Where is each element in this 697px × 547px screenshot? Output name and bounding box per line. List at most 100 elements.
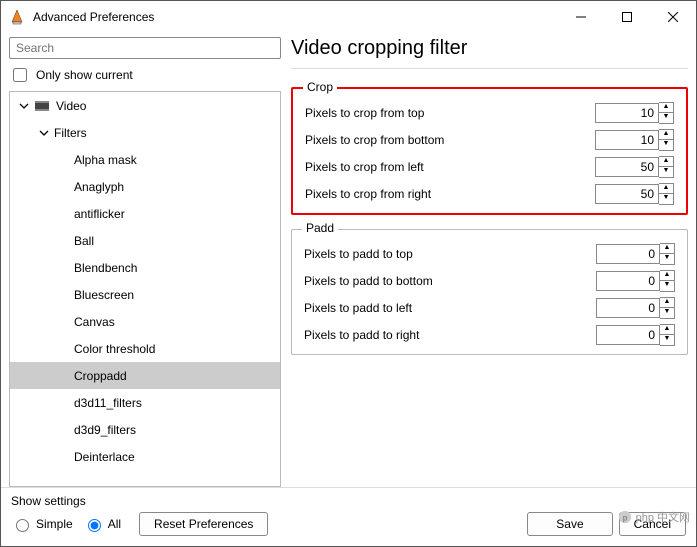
spin-down-icon[interactable]: ▼	[660, 254, 674, 264]
spin-up-icon[interactable]: ▲	[660, 298, 674, 308]
tree-label: Color threshold	[74, 342, 155, 356]
tree-item[interactable]: Anaglyph	[10, 173, 280, 200]
tree-item[interactable]: Color threshold	[10, 335, 280, 362]
crop-row: Pixels to crop from left ▲▼	[305, 153, 674, 180]
window: Advanced Preferences Only show current V…	[0, 0, 697, 547]
padd-row: Pixels to padd to top ▲▼	[304, 240, 675, 267]
spin-up-icon[interactable]: ▲	[659, 130, 673, 140]
spin-up-icon[interactable]: ▲	[659, 103, 673, 113]
spin-up-icon[interactable]: ▲	[660, 244, 674, 254]
field-label: Pixels to crop from left	[305, 160, 424, 174]
spin-up-icon[interactable]: ▲	[660, 325, 674, 335]
page-title: Video cropping filter	[291, 37, 688, 69]
tree-item[interactable]: d3d9_filters	[10, 416, 280, 443]
tree-item[interactable]: Bluescreen	[10, 281, 280, 308]
spin-down-icon[interactable]: ▼	[659, 194, 673, 204]
spin-down-icon[interactable]: ▼	[660, 308, 674, 318]
spin-down-icon[interactable]: ▼	[660, 281, 674, 291]
window-title: Advanced Preferences	[33, 10, 558, 24]
padd-input[interactable]	[596, 298, 660, 318]
field-label: Pixels to padd to top	[304, 247, 413, 261]
spin-buttons[interactable]: ▲▼	[659, 156, 674, 178]
spin-up-icon[interactable]: ▲	[660, 271, 674, 281]
only-show-label: Only show current	[36, 68, 133, 82]
tree-label: Alpha mask	[74, 153, 137, 167]
tree-item[interactable]: Alpha mask	[10, 146, 280, 173]
crop-row: Pixels to crop from top▲▼	[305, 99, 674, 126]
field-label: Pixels to padd to left	[304, 301, 412, 315]
tree-label: Deinterlace	[74, 450, 135, 464]
tree-label: Canvas	[74, 315, 115, 329]
crop-input[interactable]	[595, 130, 659, 150]
spin-buttons[interactable]: ▲▼	[660, 243, 675, 265]
close-button[interactable]	[650, 1, 696, 33]
tree-item[interactable]: d3d11_filters	[10, 389, 280, 416]
crop-input[interactable]	[595, 103, 659, 123]
left-pane: Only show current Video Filters Alpha ma…	[9, 37, 281, 487]
tree-label: Anaglyph	[74, 180, 124, 194]
crop-input[interactable]	[595, 184, 659, 204]
save-button[interactable]: Save	[527, 512, 612, 536]
spin-down-icon[interactable]: ▼	[659, 167, 673, 177]
field-label: Pixels to padd to right	[304, 328, 419, 342]
group-legend: Padd	[302, 221, 338, 235]
tree-item[interactable]: Blendbench	[10, 254, 280, 281]
video-icon	[34, 98, 50, 114]
footer: Show settings Simple All Reset Preferenc…	[1, 487, 696, 546]
padd-group: Padd Pixels to padd to top▲▼Pixels to pa…	[291, 229, 688, 355]
spin-buttons[interactable]: ▲▼	[660, 270, 675, 292]
minimize-button[interactable]	[558, 1, 604, 33]
body: Only show current Video Filters Alpha ma…	[1, 33, 696, 487]
crop-group: Crop Pixels to crop from top▲▼Pixels to …	[291, 87, 688, 215]
field-label: Pixels to padd to bottom	[304, 274, 433, 288]
padd-input[interactable]	[596, 325, 660, 345]
spin-up-icon[interactable]: ▲	[659, 184, 673, 194]
padd-row: Pixels to padd to left ▲▼	[304, 294, 675, 321]
padd-input[interactable]	[596, 244, 660, 264]
spin-down-icon[interactable]: ▼	[659, 140, 673, 150]
show-settings-label: Show settings	[11, 494, 268, 508]
app-icon	[9, 9, 25, 25]
padd-input[interactable]	[596, 271, 660, 291]
spin-buttons[interactable]: ▲▼	[660, 297, 675, 319]
tree-label: d3d11_filters	[74, 396, 142, 410]
tree-item[interactable]: Deinterlace	[10, 443, 280, 470]
spin-up-icon[interactable]: ▲	[659, 157, 673, 167]
tree-label: Video	[56, 99, 86, 113]
spin-buttons[interactable]: ▲▼	[660, 324, 675, 346]
show-settings: Show settings Simple All Reset Preferenc…	[11, 494, 268, 536]
tree-item-filters[interactable]: Filters	[10, 119, 280, 146]
field-label: Pixels to crop from bottom	[305, 133, 444, 147]
spin-buttons[interactable]: ▲▼	[659, 129, 674, 151]
radio-simple[interactable]: Simple	[11, 516, 73, 532]
tree-item[interactable]: Croppadd	[10, 362, 280, 389]
tree-item-video[interactable]: Video	[10, 92, 280, 119]
right-pane: Video cropping filter Crop Pixels to cro…	[291, 37, 688, 487]
search-input[interactable]	[9, 37, 281, 59]
radio-all[interactable]: All	[83, 516, 121, 532]
tree-item[interactable]: antiflicker	[10, 200, 280, 227]
group-legend: Crop	[303, 80, 337, 94]
tree[interactable]: Video Filters Alpha mask Anaglyph antiflic…	[9, 91, 281, 487]
spin-down-icon[interactable]: ▼	[660, 335, 674, 345]
tree-label: Croppadd	[74, 369, 127, 383]
tree-label: d3d9_filters	[74, 423, 136, 437]
maximize-button[interactable]	[604, 1, 650, 33]
tree-item[interactable]: Ball	[10, 227, 280, 254]
spin-buttons[interactable]: ▲▼	[659, 183, 674, 205]
tree-label: Bluescreen	[74, 288, 134, 302]
padd-row: Pixels to padd to right ▲▼	[304, 321, 675, 348]
spin-down-icon[interactable]: ▼	[659, 113, 673, 123]
cancel-button[interactable]: Cancel	[619, 512, 686, 536]
reset-button[interactable]: Reset Preferences	[139, 512, 268, 536]
only-show-current[interactable]: Only show current	[9, 65, 281, 85]
titlebar: Advanced Preferences	[1, 1, 696, 33]
spin-buttons[interactable]: ▲▼	[659, 102, 674, 124]
tree-item[interactable]: Canvas	[10, 308, 280, 335]
tree-label: Ball	[74, 234, 94, 248]
chevron-down-icon	[18, 101, 30, 111]
only-show-checkbox[interactable]	[13, 68, 27, 82]
tree-label: antiflicker	[74, 207, 125, 221]
tree-label: Blendbench	[74, 261, 137, 275]
crop-input[interactable]	[595, 157, 659, 177]
